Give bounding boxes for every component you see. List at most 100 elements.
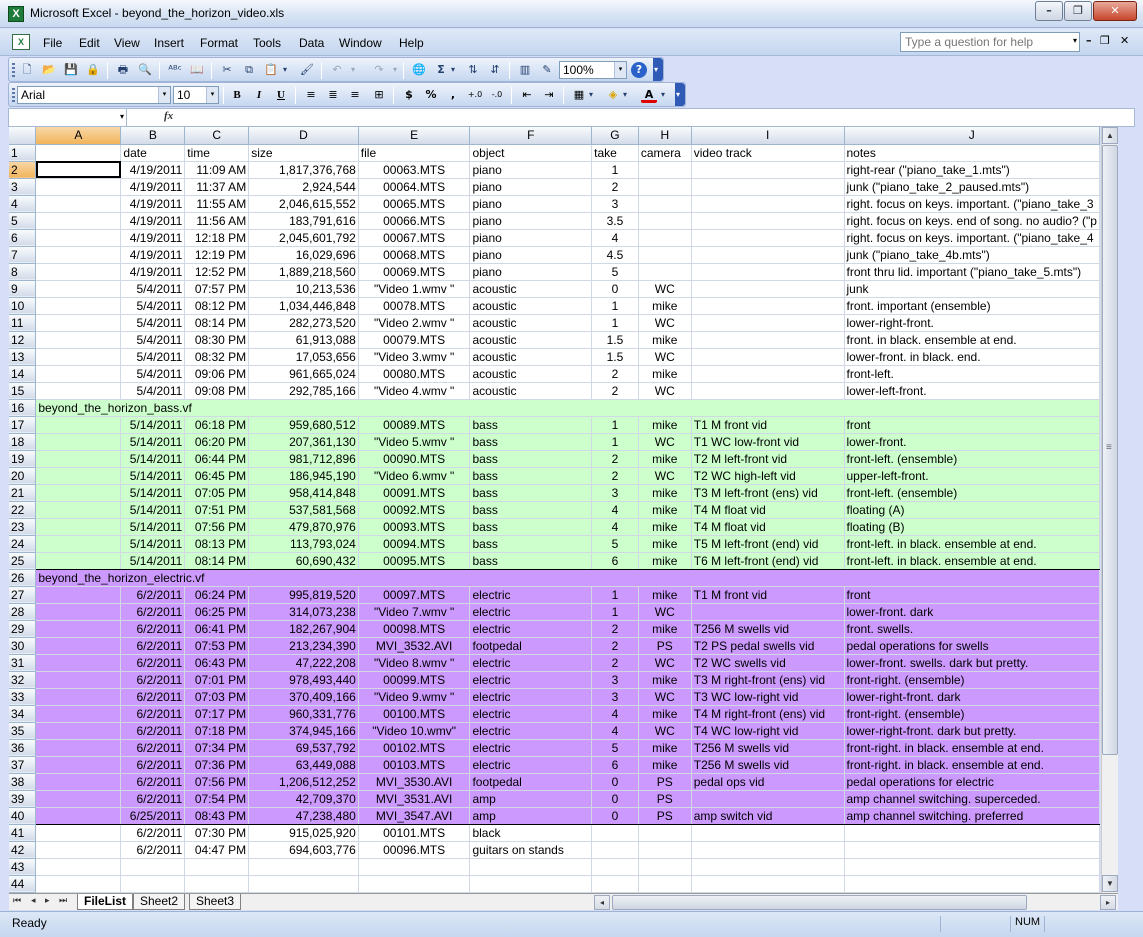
- cell-g10[interactable]: 1: [591, 297, 639, 315]
- cell-g29[interactable]: 2: [591, 620, 639, 638]
- cell-h4[interactable]: [638, 195, 692, 213]
- menu-insert[interactable]: Insert: [154, 36, 184, 50]
- cell-a8[interactable]: [35, 263, 122, 281]
- cell-h5[interactable]: [638, 212, 692, 230]
- cell-c23[interactable]: 07:56 PM: [184, 518, 250, 536]
- cell-i24[interactable]: T5 M left-front (end) vid: [691, 535, 845, 553]
- cell-i8[interactable]: [691, 263, 845, 281]
- cell-j9[interactable]: junk: [844, 280, 1100, 298]
- cell-j29[interactable]: front. swells.: [844, 620, 1100, 638]
- cell-d22[interactable]: 537,581,568: [248, 501, 359, 519]
- cell-d21[interactable]: 958,414,848: [248, 484, 359, 502]
- cell-j44[interactable]: [844, 875, 1100, 893]
- menu-edit[interactable]: Edit: [79, 36, 100, 50]
- name-box[interactable]: ▾: [9, 109, 127, 126]
- paste-dropdown-icon[interactable]: ▾: [281, 62, 289, 78]
- cell-i10[interactable]: [691, 297, 845, 315]
- row-header[interactable]: 14: [9, 365, 37, 383]
- cell-g11[interactable]: 1: [591, 314, 639, 332]
- cell-b33[interactable]: 6/2/2011: [120, 688, 186, 706]
- row-header[interactable]: 4: [9, 195, 37, 213]
- cell-j18[interactable]: lower-front.: [844, 433, 1100, 451]
- cell-i31[interactable]: T2 WC swells vid: [691, 654, 845, 672]
- cell-e27[interactable]: 00097.MTS: [358, 586, 471, 604]
- row-header[interactable]: 36: [9, 739, 37, 757]
- column-header-a[interactable]: A: [35, 127, 122, 145]
- cell-d12[interactable]: 61,913,088: [248, 331, 359, 349]
- cell-f34[interactable]: electric: [469, 705, 593, 723]
- cell-j25[interactable]: front-left. in black. ensemble at end.: [844, 552, 1100, 570]
- cell-c41[interactable]: 07:30 PM: [184, 824, 250, 842]
- cell-g20[interactable]: 2: [591, 467, 639, 485]
- cell-f6[interactable]: piano: [469, 229, 593, 247]
- cell-d3[interactable]: 2,924,544: [248, 178, 359, 196]
- cell-b13[interactable]: 5/4/2011: [120, 348, 186, 366]
- chevron-down-icon[interactable]: ▾: [614, 62, 626, 78]
- cell-b35[interactable]: 6/2/2011: [120, 722, 186, 740]
- cell-h17[interactable]: mike: [638, 416, 692, 434]
- cell-i12[interactable]: [691, 331, 845, 349]
- cell-e24[interactable]: 00094.MTS: [358, 535, 471, 553]
- cell-i37[interactable]: T256 M swells vid: [691, 756, 845, 774]
- cell-i19[interactable]: T2 M left-front vid: [691, 450, 845, 468]
- row-header[interactable]: 16: [9, 399, 37, 417]
- copy-icon[interactable]: ⧉: [241, 62, 257, 78]
- cell-e43[interactable]: [358, 858, 471, 876]
- column-header-d[interactable]: D: [248, 127, 359, 145]
- row-header[interactable]: 11: [9, 314, 37, 332]
- cell-c39[interactable]: 07:54 PM: [184, 790, 250, 808]
- section-label-cell[interactable]: beyond_the_horizon_bass.vf: [35, 398, 1100, 417]
- select-all-corner[interactable]: [9, 127, 37, 145]
- cell-c44[interactable]: [184, 875, 250, 893]
- chart-wizard-icon[interactable]: ▥: [517, 62, 533, 78]
- cell-b34[interactable]: 6/2/2011: [120, 705, 186, 723]
- decrease-indent-icon[interactable]: ⇤: [519, 87, 535, 103]
- cell-j2[interactable]: right-rear ("piano_take_1.mts"): [844, 161, 1100, 179]
- cell-f15[interactable]: acoustic: [469, 382, 593, 400]
- cell-f4[interactable]: piano: [469, 195, 593, 213]
- spelling-icon[interactable]: ᴬᴮᶜ: [167, 62, 183, 78]
- menu-file[interactable]: File: [43, 36, 62, 50]
- cell-d6[interactable]: 2,045,601,792: [248, 229, 359, 247]
- cell-g1[interactable]: take: [591, 144, 639, 162]
- cell-c7[interactable]: 12:19 PM: [184, 246, 250, 264]
- cell-c17[interactable]: 06:18 PM: [184, 416, 250, 434]
- cell-f9[interactable]: acoustic: [469, 280, 593, 298]
- cell-a31[interactable]: [35, 654, 122, 672]
- cell-a40[interactable]: [35, 807, 122, 825]
- cell-e3[interactable]: 00064.MTS: [358, 178, 471, 196]
- vertical-scroll-thumb[interactable]: [1102, 145, 1118, 755]
- cell-e9[interactable]: "Video 1.wmv ": [358, 280, 471, 298]
- cell-b14[interactable]: 5/4/2011: [120, 365, 186, 383]
- cell-f38[interactable]: footpedal: [469, 773, 593, 791]
- cell-h6[interactable]: [638, 229, 692, 247]
- cell-b1[interactable]: date: [120, 144, 186, 162]
- cell-j10[interactable]: front. important (ensemble): [844, 297, 1100, 315]
- cell-b40[interactable]: 6/25/2011: [120, 807, 186, 825]
- cell-a11[interactable]: [35, 314, 122, 332]
- cell-c30[interactable]: 07:53 PM: [184, 637, 250, 655]
- cell-e22[interactable]: 00092.MTS: [358, 501, 471, 519]
- cell-i14[interactable]: [691, 365, 845, 383]
- cell-b17[interactable]: 5/14/2011: [120, 416, 186, 434]
- cell-g30[interactable]: 2: [591, 637, 639, 655]
- cell-a39[interactable]: [35, 790, 122, 808]
- cell-c42[interactable]: 04:47 PM: [184, 841, 250, 859]
- cell-g36[interactable]: 5: [591, 739, 639, 757]
- cell-i11[interactable]: [691, 314, 845, 332]
- cell-b5[interactable]: 4/19/2011: [120, 212, 186, 230]
- cell-e18[interactable]: "Video 5.wmv ": [358, 433, 471, 451]
- cell-d4[interactable]: 2,046,615,552: [248, 195, 359, 213]
- cell-f23[interactable]: bass: [469, 518, 593, 536]
- cell-j35[interactable]: lower-right-front. dark but pretty.: [844, 722, 1100, 740]
- cell-a17[interactable]: [35, 416, 122, 434]
- cell-a42[interactable]: [35, 841, 122, 859]
- cell-i9[interactable]: [691, 280, 845, 298]
- cell-h24[interactable]: mike: [638, 535, 692, 553]
- cell-c33[interactable]: 07:03 PM: [184, 688, 250, 706]
- cell-h33[interactable]: WC: [638, 688, 692, 706]
- row-header[interactable]: 22: [9, 501, 37, 519]
- cell-f33[interactable]: electric: [469, 688, 593, 706]
- cell-e8[interactable]: 00069.MTS: [358, 263, 471, 281]
- row-header[interactable]: 23: [9, 518, 37, 536]
